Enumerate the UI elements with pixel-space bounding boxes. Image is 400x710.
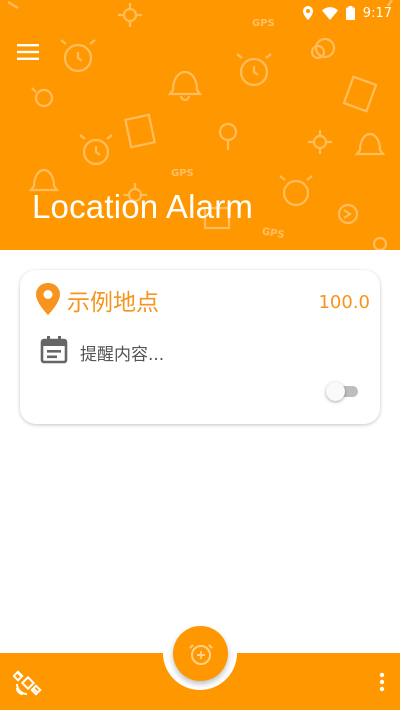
toggle-thumb	[326, 382, 345, 401]
hamburger-menu-icon	[17, 44, 39, 60]
battery-icon	[345, 6, 355, 20]
status-bar: 9:17	[302, 4, 392, 22]
more-options-button[interactable]	[374, 668, 390, 696]
svg-text:GPS: GPS	[261, 226, 285, 241]
calendar-icon	[40, 336, 68, 364]
status-time: 9:17	[362, 5, 392, 21]
svg-text:GPS: GPS	[171, 168, 194, 179]
location-pin-icon	[36, 283, 60, 315]
wifi-icon	[321, 6, 338, 20]
place-name: 示例地点	[67, 290, 159, 316]
add-alarm-button[interactable]	[173, 626, 228, 681]
menu-button[interactable]	[14, 38, 42, 66]
alarm-distance: 100.0	[318, 292, 370, 313]
alarm-enable-toggle[interactable]	[326, 382, 358, 401]
location-icon	[302, 6, 313, 20]
satellite-button[interactable]	[12, 668, 43, 698]
reminder-content[interactable]: 提醒内容...	[80, 340, 164, 365]
app-title: Location Alarm	[32, 188, 254, 225]
satellite-icon	[12, 670, 42, 696]
add-alarm-icon	[188, 643, 213, 665]
alarm-card[interactable]: 示例地点 100.0 提醒内容...	[20, 270, 380, 424]
svg-text:GPS: GPS	[252, 18, 275, 29]
app-header: GPS GPS GPS 9:17 Location Alarm	[0, 0, 400, 250]
more-vertical-icon	[379, 672, 385, 692]
